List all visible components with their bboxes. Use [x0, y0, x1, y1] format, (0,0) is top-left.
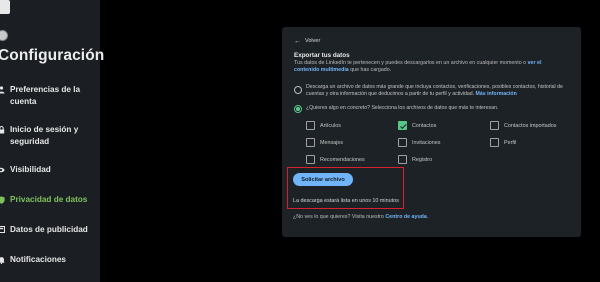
radio-full-archive[interactable]	[294, 86, 302, 94]
checkbox-label: Contactos importados	[504, 123, 557, 129]
sidebar-item-visibility[interactable]: Visibilidad	[0, 164, 100, 176]
sidebar-item-label: Datos de publicidad	[10, 225, 88, 234]
sidebar-item-label: Visibilidad	[10, 165, 51, 174]
settings-sidebar: in Configuración Preferencias de la cuen…	[0, 0, 104, 282]
eye-icon	[0, 165, 5, 174]
back-button[interactable]: ← Volver	[294, 37, 321, 45]
checkbox-label: Recomendaciones	[320, 157, 365, 163]
sidebar-item-label: Privacidad de datos	[10, 195, 88, 204]
checkbox-contacts[interactable]	[398, 121, 407, 130]
bell-icon	[0, 255, 5, 264]
sidebar-item-label: Inicio de sesión y seguridad	[10, 125, 79, 146]
checkbox-messages[interactable]	[306, 138, 315, 147]
learn-more-link[interactable]: Más información	[476, 91, 517, 97]
radio-specific-files[interactable]	[294, 105, 302, 113]
checkbox-invitations[interactable]	[398, 138, 407, 147]
checkbox-profile[interactable]	[490, 138, 499, 147]
newspaper-icon	[0, 225, 5, 234]
checkbox-imported-contacts[interactable]	[490, 121, 499, 130]
checkbox-label: Invitaciones	[412, 140, 441, 146]
person-icon	[0, 85, 5, 94]
avatar[interactable]	[0, 30, 8, 41]
help-text: ¿No ves lo que quieres? Visita nuestro C…	[293, 214, 429, 220]
sidebar-item-ad-data[interactable]: Datos de publicidad	[0, 224, 100, 236]
arrow-left-icon: ←	[294, 37, 301, 45]
linkedin-logo[interactable]: in	[0, 0, 10, 14]
sidebar-item-data-privacy[interactable]: Privacidad de datos	[0, 194, 100, 206]
help-center-link[interactable]: Centro de ayuda	[385, 214, 427, 220]
checkbox-label: Contactos	[412, 123, 437, 129]
sidebar-item-notifications[interactable]: Notificaciones	[0, 254, 100, 266]
page-title: Configuración	[0, 47, 105, 64]
checkbox-label: Mensajes	[320, 140, 344, 146]
section-title: Exportar tus datos	[294, 52, 350, 59]
checkbox-recommendations[interactable]	[306, 155, 315, 164]
sidebar-item-label: Preferencias de la cuenta	[10, 85, 81, 106]
checkbox-label: Artículos	[320, 123, 341, 129]
option-full-archive-text: Descarga un archivo de datos más grande …	[306, 84, 563, 97]
section-description: Tus datos de LinkedIn te pertenecen y pu…	[294, 60, 542, 74]
sidebar-item-sign-in-security[interactable]: Inicio de sesión y seguridad	[0, 124, 100, 147]
checkbox-registration[interactable]	[398, 155, 407, 164]
back-label: Volver	[305, 38, 321, 44]
annotation-highlight-box	[287, 167, 404, 209]
sidebar-item-account-preferences[interactable]: Preferencias de la cuenta	[0, 84, 100, 107]
option-specific-files-text: ¿Quieres algo en concreto? Selecciona lo…	[306, 105, 499, 111]
lock-icon	[0, 125, 5, 134]
checkbox-articles[interactable]	[306, 121, 315, 130]
sidebar-item-label: Notificaciones	[10, 255, 66, 264]
checkbox-label: Perfil	[504, 140, 517, 146]
checkbox-label: Registro	[412, 157, 433, 163]
shield-icon	[0, 195, 5, 204]
